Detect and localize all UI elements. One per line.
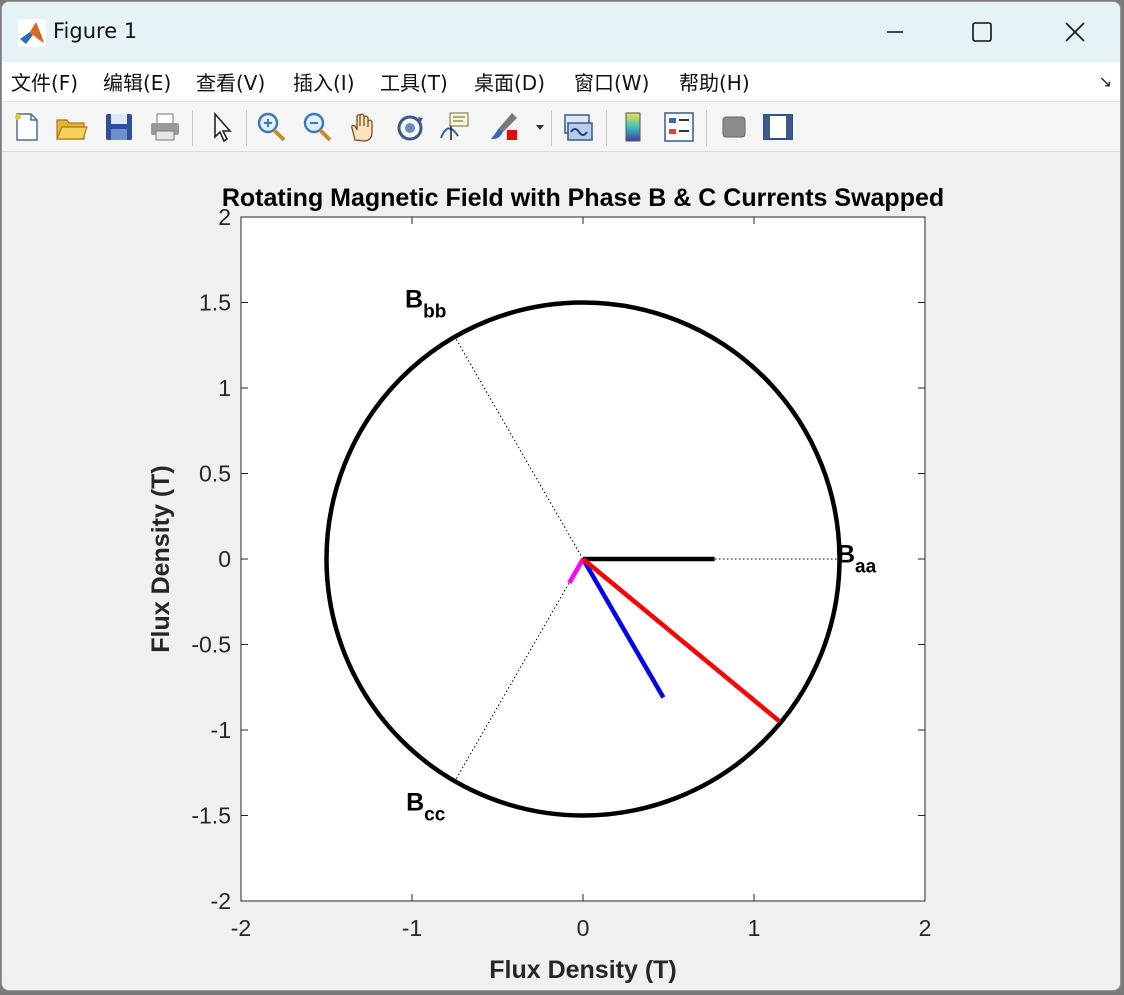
close-icon (1065, 22, 1085, 42)
toolbar-separator (246, 110, 247, 146)
open-file-icon[interactable] (54, 110, 88, 144)
toolbar-separator (192, 110, 193, 146)
plot-svg[interactable]: Rotating Magnetic Field with Phase B & C… (2, 153, 1121, 991)
toolbar (2, 102, 1120, 152)
minimize-button[interactable] (849, 2, 941, 62)
menu-bar: 文件(F) 编辑(E) 查看(V) 插入(I) 工具(T) 桌面(D) 窗口(W… (2, 62, 1120, 102)
menu-tools[interactable]: 工具(T) (380, 67, 448, 96)
toolbar-separator (551, 110, 552, 146)
colorbar-icon[interactable] (616, 110, 650, 144)
toolbar-separator (706, 110, 707, 146)
x-tick-label: -1 (402, 915, 422, 941)
x-tick-label: -2 (231, 915, 251, 941)
y-tick-label: 0 (218, 546, 231, 572)
axis-label-sub: cc (424, 804, 446, 825)
close-button[interactable] (1029, 2, 1120, 62)
toolbar-separator (606, 110, 607, 146)
x-tick-label: 1 (748, 915, 761, 941)
new-figure-icon[interactable] (10, 110, 44, 144)
y-tick-label: -2 (211, 888, 231, 914)
y-tick-label: 2 (218, 204, 231, 230)
figure-canvas: Rotating Magnetic Field with Phase B & C… (2, 153, 1121, 991)
dock-arrow-icon[interactable]: ↘ (1099, 72, 1112, 91)
brush-icon[interactable] (487, 110, 521, 144)
x-tick-label: 2 (919, 915, 932, 941)
print-icon[interactable] (148, 110, 182, 144)
menu-desktop[interactable]: 桌面(D) (474, 67, 545, 96)
menu-edit[interactable]: 编辑(E) (103, 67, 171, 96)
y-tick-label: -1 (211, 717, 231, 743)
axis-label-main: B (837, 540, 855, 568)
menu-view[interactable]: 查看(V) (196, 67, 265, 96)
y-axis-label: Flux Density (T) (147, 465, 175, 653)
title-bar[interactable]: Figure 1 (2, 2, 1120, 62)
y-tick-label: 1.5 (199, 290, 231, 316)
zoom-in-icon[interactable] (255, 110, 289, 144)
y-tick-label: -0.5 (191, 632, 231, 658)
chart-title: Rotating Magnetic Field with Phase B & C… (222, 184, 944, 212)
menu-insert[interactable]: 插入(I) (293, 67, 355, 96)
menu-help[interactable]: 帮助(H) (679, 67, 750, 96)
x-tick-label: 0 (577, 915, 590, 941)
y-tick-label: -1.5 (191, 803, 231, 829)
data-cursor-icon[interactable] (438, 110, 472, 144)
window-title: Figure 1 (53, 19, 138, 43)
edit-plot-arrow-icon[interactable] (205, 110, 239, 144)
zoom-out-icon[interactable] (301, 110, 335, 144)
minimize-icon (887, 31, 903, 33)
axis-label-main: B (406, 788, 424, 816)
link-plot-icon[interactable] (561, 110, 595, 144)
y-tick-label: 0.5 (199, 461, 231, 487)
maximize-icon (972, 22, 992, 42)
menu-file[interactable]: 文件(F) (11, 67, 78, 96)
axis-label-sub: aa (855, 556, 877, 577)
axis-label-sub: bb (423, 302, 446, 323)
hide-plot-tools-icon[interactable] (717, 110, 751, 144)
y-tick-label: 1 (218, 375, 231, 401)
matlab-logo-icon (18, 19, 46, 47)
maximize-button[interactable] (936, 2, 1028, 62)
show-plot-tools-icon[interactable] (761, 110, 795, 144)
save-icon[interactable] (102, 110, 136, 144)
brush-dropdown-icon[interactable] (534, 122, 546, 132)
figure-window: Figure 1 文件(F) 编辑(E) 查看(V) 插入(I) 工具(T) 桌… (1, 1, 1121, 991)
rotate-3d-icon[interactable] (393, 110, 427, 144)
pan-hand-icon[interactable] (346, 110, 380, 144)
menu-window[interactable]: 窗口(W) (574, 67, 649, 96)
x-axis-label: Flux Density (T) (489, 956, 677, 984)
legend-icon[interactable] (662, 110, 696, 144)
axis-label-main: B (405, 286, 423, 314)
